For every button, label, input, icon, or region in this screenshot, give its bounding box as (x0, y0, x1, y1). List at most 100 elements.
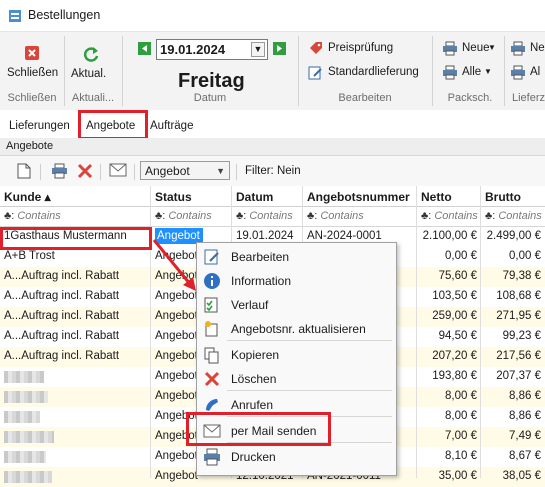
print2-all-button[interactable]: Al (508, 64, 545, 82)
menu-item-copy[interactable]: Kopieren (197, 343, 396, 367)
menu-item-info[interactable]: Information (197, 269, 396, 293)
menu-item-delete[interactable]: Löschen (197, 367, 396, 391)
mail-icon[interactable] (109, 163, 127, 177)
cell-brutto: 79,38 € (502, 270, 541, 282)
cell-brutto: 8,86 € (509, 410, 541, 422)
new-document-icon[interactable] (17, 163, 31, 179)
printer-icon (443, 41, 457, 56)
filter-placeholder: Contains (17, 210, 61, 222)
edit-icon (204, 249, 219, 265)
tab-deliveries[interactable]: Lieferungen (9, 120, 70, 132)
highlight-customer-row (0, 227, 152, 250)
history-icon (204, 297, 218, 313)
highlight-mail-item (186, 412, 331, 446)
cell-netto: 35,00 € (438, 470, 477, 482)
standard-delivery-button[interactable]: Standardlieferung (306, 64, 426, 82)
cell-kunde: A...Auftrag incl. Rabatt (4, 310, 120, 322)
col-header-gross[interactable]: Brutto (481, 186, 545, 207)
prev-day-button[interactable] (138, 42, 151, 55)
price-check-button[interactable]: Preisprüfung (306, 40, 406, 58)
cell-brutto: 108,68 € (496, 290, 541, 302)
cell-brutto: 8,86 € (509, 390, 541, 402)
chevron-down-icon: ▼ (216, 166, 225, 176)
menu-item-history[interactable]: Verlauf (197, 293, 396, 317)
group-label-packslip: Packsch. (447, 92, 493, 104)
cell-kunde: A+B Trost (4, 250, 55, 262)
print-all-button[interactable]: Alle ▼ (440, 64, 496, 82)
group-label-date: Datum (193, 92, 227, 104)
cell-netto: 193,80 € (432, 370, 477, 382)
menu-item-print[interactable]: Drucken (197, 445, 396, 469)
menu-item-renumber[interactable]: Angebotsnr. aktualisieren (197, 317, 396, 341)
renumber-icon (205, 321, 218, 337)
printer-icon[interactable] (51, 163, 68, 179)
cell-brutto: 99,23 € (502, 330, 541, 342)
cell-brutto: 207,37 € (496, 370, 541, 382)
window-title: Bestellungen (28, 8, 101, 22)
filter-placeholder: Contains (168, 210, 212, 222)
group-label-edit: Bearbeiten (338, 92, 392, 104)
close-icon (25, 46, 39, 60)
delete-icon[interactable] (77, 163, 93, 179)
cell-brutto: 0,00 € (509, 250, 541, 262)
cell-netto: 8,00 € (445, 390, 477, 402)
col-header-net[interactable]: Netto (417, 186, 480, 207)
app-icon (9, 10, 21, 22)
close-button[interactable]: Schließen (4, 40, 60, 90)
printer-icon (511, 65, 525, 80)
filter-operator-icon: ♣: (485, 210, 496, 222)
filter-net[interactable]: ♣: Contains (417, 207, 480, 227)
cell-kunde: A...Auftrag incl. Rabatt (4, 350, 120, 362)
cell-kunde: A...Auftrag incl. Rabatt (4, 330, 120, 342)
price-check-label: Preisprüfung (328, 42, 394, 54)
cell-brutto: 2.499,00 € (486, 230, 541, 242)
chevron-down-icon[interactable]: ▼ (251, 42, 265, 57)
cell-kunde: A...Auftrag incl. Rabatt (4, 270, 120, 282)
filter-operator-icon: ♣: (4, 210, 15, 222)
title-bar: Bestellungen (0, 0, 545, 31)
section-header: Angebote (0, 138, 545, 156)
filter-operator-icon: ♣: (307, 210, 318, 222)
date-picker[interactable]: 19.01.2024 ▼ (156, 39, 268, 60)
menu-separator (227, 390, 392, 391)
print-new-button[interactable]: Neue ▼ (440, 40, 496, 58)
filter-customer[interactable]: ♣: Contains (0, 207, 150, 227)
col-header-customer[interactable]: Kunde ▴ (0, 186, 150, 207)
menu-item-label: Kopieren (231, 348, 280, 362)
cell-netto: 2.100,00 € (422, 230, 477, 242)
refresh-label: Aktual. (71, 68, 107, 80)
highlight-tab-offers (78, 110, 148, 140)
price-tag-icon (310, 42, 322, 54)
redacted-customer (4, 471, 52, 483)
refresh-button[interactable]: Aktual. (68, 40, 116, 90)
document-type-select[interactable]: Angebot ▼ (140, 161, 230, 180)
delete-icon (204, 371, 220, 387)
menu-item-label: Angebotsnr. aktualisieren (231, 322, 366, 336)
cell-datum: 19.01.2024 (236, 230, 294, 242)
col-header-date[interactable]: Datum (232, 186, 302, 207)
filter-placeholder: Contains (320, 210, 364, 222)
tab-orders[interactable]: Aufträge (150, 120, 193, 132)
group-label-delivery: Lieferz (512, 92, 545, 104)
printer-icon (443, 65, 457, 80)
filter-status[interactable]: ♣: Contains (151, 207, 231, 227)
refresh-icon (83, 47, 99, 62)
filter-placeholder: Contains (498, 210, 542, 222)
menu-item-label: Anrufen (231, 398, 274, 412)
col-header-offer-number[interactable]: Angebotsnummer (303, 186, 416, 207)
print2-new-button[interactable]: Ne (508, 40, 545, 58)
cell-brutto: 8,67 € (509, 450, 541, 462)
group-label-refresh: Aktuali... (71, 92, 115, 104)
next-day-button[interactable] (273, 42, 286, 55)
filter-gross[interactable]: ♣: Contains (481, 207, 545, 227)
filter-date[interactable]: ♣: Contains (232, 207, 302, 227)
cell-netto: 207,20 € (432, 350, 477, 362)
cell-netto: 75,60 € (438, 270, 477, 282)
printer-icon (511, 41, 525, 56)
menu-item-label: Verlauf (231, 298, 269, 312)
close-label: Schließen (7, 67, 59, 79)
print2-all-label: Al (530, 66, 541, 78)
filter-offer-number[interactable]: ♣: Contains (303, 207, 416, 227)
menu-item-edit[interactable]: Bearbeiten (197, 245, 396, 269)
col-header-status[interactable]: Status (151, 186, 231, 207)
